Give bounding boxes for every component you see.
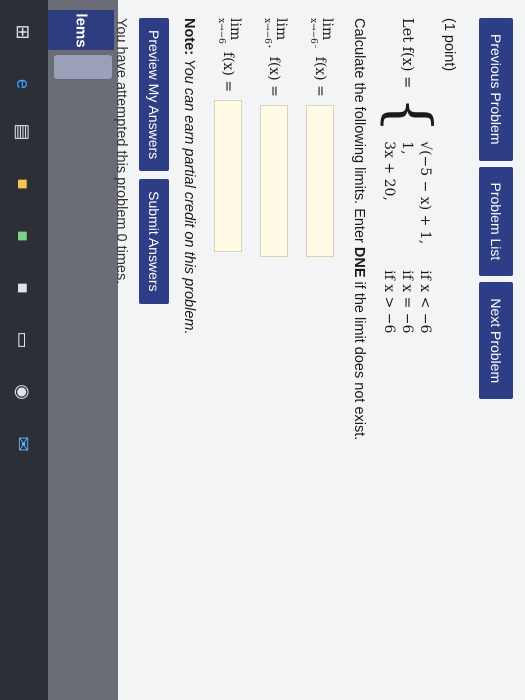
taskbar: ⊞ e ▤ ■ ■ ■ ▭ ◉ ✉ xyxy=(0,0,48,700)
previous-problem-button[interactable]: Previous Problem xyxy=(479,18,513,161)
lim-subscript: x→−6 xyxy=(216,18,226,44)
app-icon[interactable]: ■ xyxy=(9,274,37,302)
case-condition: if x > −6 xyxy=(381,270,397,334)
limit-label: lim x→−6⁻ xyxy=(306,18,335,49)
limit-row: lim x→−6 f(x) = xyxy=(211,18,245,678)
case-expression: 3x + 20, xyxy=(381,141,397,201)
answer-input-right-limit[interactable] xyxy=(260,104,288,257)
note-label: Note: xyxy=(181,18,197,56)
lim-text: lim xyxy=(319,18,335,41)
windows-icon[interactable]: ⊞ xyxy=(9,18,37,46)
mail-icon[interactable]: ✉ xyxy=(9,430,37,458)
case-condition: if x < −6 xyxy=(417,270,433,334)
limit-label: lim x→−6 xyxy=(214,18,243,44)
answer-input-left-limit[interactable] xyxy=(306,104,334,257)
sidebar-item[interactable] xyxy=(54,55,112,79)
attempt-count: You have attempted this problem 0 times. xyxy=(113,18,129,285)
sidebar-item-label: lems xyxy=(72,12,90,48)
answer-actions: Preview My Answers Submit Answers xyxy=(139,18,169,678)
left-strip: ⊞ e ▤ ■ ■ ■ ▭ ◉ ✉ lems xyxy=(0,0,118,700)
limit-function: f(x) = xyxy=(312,56,328,97)
store-icon[interactable]: ■ xyxy=(9,170,37,198)
rotated-content: Previous Problem Problem List Next Probl… xyxy=(113,0,525,700)
limit-function: f(x) = xyxy=(266,56,282,97)
case-condition: if x = −6 xyxy=(399,270,415,334)
instructions: Calculate the following limits. Enter DN… xyxy=(351,18,367,678)
piecewise-cases: √(−5 − x) + 1, if x < −6 1, if x = −6 3x… xyxy=(381,141,433,333)
sidebar: lems xyxy=(48,0,118,700)
limit-function: f(x) = xyxy=(220,51,236,93)
instruction-text: if the limit does not exist. xyxy=(351,277,367,441)
function-definition: Let f(x) = { √(−5 − x) + 1, if x < −6 1,… xyxy=(376,18,444,678)
preview-answers-button[interactable]: Preview My Answers xyxy=(139,18,169,172)
function-label: Let f(x) = xyxy=(399,18,415,89)
partial-credit-note: Note: You can earn partial credit on thi… xyxy=(181,18,197,678)
chrome-icon[interactable]: ◉ xyxy=(9,378,37,406)
problem-list-button[interactable]: Problem List xyxy=(479,166,513,277)
instruction-text: Calculate the following limits. Enter xyxy=(351,18,367,247)
problem-body: (1 point) Let f(x) = { √(−5 − x) + 1, if… xyxy=(113,18,467,678)
case-expression: √(−5 − x) + 1, xyxy=(417,141,433,245)
note-text: You can earn partial credit on this prob… xyxy=(181,55,197,335)
lim-text: lim xyxy=(227,18,243,41)
app-icon[interactable]: ■ xyxy=(9,222,37,250)
sidebar-item-problems[interactable]: lems xyxy=(48,10,114,50)
limit-row: lim x→−6⁻ f(x) = xyxy=(303,18,337,678)
answer-input-limit[interactable] xyxy=(214,100,242,253)
dne-keyword: DNE xyxy=(351,246,367,278)
problem-nav: Previous Problem Problem List Next Probl… xyxy=(479,18,513,400)
folder-icon[interactable]: ▤ xyxy=(9,118,37,146)
lim-text: lim xyxy=(273,18,289,41)
window-icon[interactable]: ▭ xyxy=(9,326,37,354)
case-expression: 1, xyxy=(399,141,415,155)
brace: { xyxy=(376,96,444,134)
lim-subscript: x→−6⁻ xyxy=(308,18,318,49)
next-problem-button[interactable]: Next Problem xyxy=(479,282,513,400)
problem-page: Previous Problem Problem List Next Probl… xyxy=(113,0,525,700)
edge-icon[interactable]: e xyxy=(9,70,37,98)
submit-answers-button[interactable]: Submit Answers xyxy=(139,179,169,304)
limit-label: lim x→−6⁺ xyxy=(260,18,289,49)
lim-subscript: x→−6⁺ xyxy=(262,18,272,49)
limit-row: lim x→−6⁺ f(x) = xyxy=(257,18,291,678)
